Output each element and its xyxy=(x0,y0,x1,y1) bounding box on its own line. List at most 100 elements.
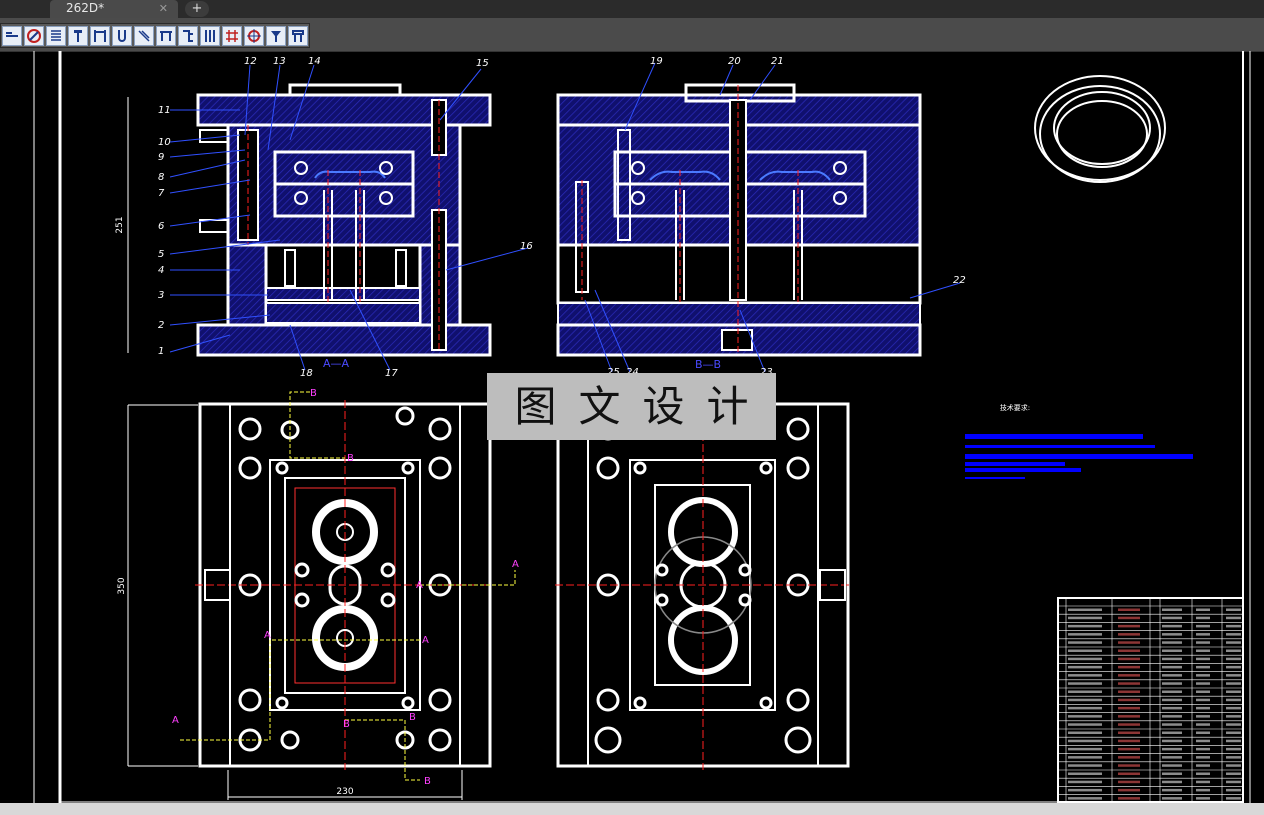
callout-18: 18 xyxy=(300,368,313,379)
document-tab-title: 262D* xyxy=(66,1,105,15)
circle-hatch-tool-icon[interactable] xyxy=(24,25,44,46)
bracket-tool-icon[interactable] xyxy=(90,25,110,46)
technical-requirements: 技术要求: xyxy=(965,403,1193,479)
table-cell-scribble xyxy=(1068,690,1102,693)
target-tool-icon[interactable] xyxy=(244,25,264,46)
table-cell-scribble xyxy=(1118,780,1140,784)
clamp-tool-icon[interactable] xyxy=(288,25,308,46)
table-cell-scribble xyxy=(1226,764,1241,767)
table-cell-scribble xyxy=(1196,731,1210,734)
table-cell-scribble xyxy=(1162,649,1182,652)
table-cell-scribble xyxy=(1226,723,1241,726)
table-cell-scribble xyxy=(1196,608,1210,611)
table-cell-scribble xyxy=(1196,797,1210,800)
table-cell-scribble xyxy=(1068,649,1102,652)
table-cell-scribble xyxy=(1226,747,1241,751)
table-cell-scribble xyxy=(1162,797,1182,800)
table-cell-scribble xyxy=(1162,747,1182,751)
callout-12: 12 xyxy=(244,56,257,67)
table-cell-scribble xyxy=(1226,788,1241,792)
bolt-tool-icon[interactable] xyxy=(68,25,88,46)
table-cell-scribble xyxy=(1162,624,1182,628)
spring-tool-icon[interactable] xyxy=(46,25,66,46)
parts-list-table xyxy=(1057,597,1244,803)
table-cell-scribble xyxy=(1162,764,1182,767)
angle-tool-icon[interactable] xyxy=(178,25,198,46)
table-cell-scribble xyxy=(1226,706,1241,710)
callout-9: 9 xyxy=(158,152,164,163)
marker-b-1: B xyxy=(310,388,317,399)
callout-10: 10 xyxy=(158,137,171,148)
table-cell-scribble xyxy=(1226,690,1241,693)
table-cell-scribble xyxy=(1226,739,1241,743)
table-cell-scribble xyxy=(1162,616,1182,620)
slash-tool-icon[interactable] xyxy=(134,25,154,46)
table-cell-scribble xyxy=(1162,739,1182,743)
new-tab-button[interactable]: + xyxy=(185,1,209,17)
table-cell-scribble xyxy=(1162,682,1182,685)
document-tab[interactable]: 262D* ✕ xyxy=(50,0,178,18)
table-cell-scribble xyxy=(1162,657,1182,661)
close-tab-icon[interactable]: ✕ xyxy=(159,0,168,17)
callout-11: 11 xyxy=(158,105,171,116)
table-cell-scribble xyxy=(1196,706,1210,710)
table-cell-scribble xyxy=(1118,682,1140,685)
callout-19: 19 xyxy=(650,56,663,67)
table-cell-scribble xyxy=(1118,772,1140,775)
table-cell-scribble xyxy=(1068,641,1102,644)
table-cell-scribble xyxy=(1226,665,1241,669)
table-cell-scribble xyxy=(1118,641,1140,644)
toolbar-strip xyxy=(0,23,310,48)
table-cell-scribble xyxy=(1118,747,1140,751)
table-cell-scribble xyxy=(1118,715,1140,718)
table-cell-scribble xyxy=(1196,690,1210,693)
hook-tool-icon[interactable] xyxy=(112,25,132,46)
table-cell-scribble xyxy=(1162,756,1182,759)
screw-tool-icon[interactable] xyxy=(266,25,286,46)
table-cell-scribble xyxy=(1068,608,1102,611)
marker-b-5: B xyxy=(424,776,431,787)
marker-b-4: B xyxy=(409,712,416,723)
table-cell-scribble xyxy=(1226,797,1241,800)
table-cell-scribble xyxy=(1068,674,1102,677)
table-cell-scribble xyxy=(1162,633,1182,636)
table-cell-scribble xyxy=(1068,706,1102,710)
table-cell-scribble xyxy=(1196,657,1210,661)
table-cell-scribble xyxy=(1162,715,1182,718)
table-cell-scribble xyxy=(1162,706,1182,710)
beam-tool-icon[interactable] xyxy=(156,25,176,46)
table-cell-scribble xyxy=(1196,633,1210,636)
grid-tool-icon[interactable] xyxy=(222,25,242,46)
table-cell-scribble xyxy=(1068,715,1102,718)
table-cell-scribble xyxy=(1196,788,1210,792)
table-cell-scribble xyxy=(1068,616,1102,620)
table-cell-scribble xyxy=(1162,608,1182,611)
callout-3: 3 xyxy=(158,290,164,301)
callout-15: 15 xyxy=(476,58,489,69)
dim-height-top: 251 xyxy=(115,216,125,233)
line-tool-icon[interactable] xyxy=(2,25,22,46)
column-tool-icon[interactable] xyxy=(200,25,220,46)
callout-6: 6 xyxy=(158,221,164,232)
table-cell-scribble xyxy=(1118,633,1140,636)
callout-5: 5 xyxy=(158,249,164,260)
table-cell-scribble xyxy=(1226,731,1241,734)
table-cell-scribble xyxy=(1226,715,1241,718)
table-cell-scribble xyxy=(1196,739,1210,743)
table-cell-scribble xyxy=(1068,698,1102,702)
table-cell-scribble xyxy=(1068,657,1102,661)
table-cell-scribble xyxy=(1196,747,1210,751)
marker-a-2: A xyxy=(416,580,423,591)
table-cell-scribble xyxy=(1162,674,1182,677)
table-cell-scribble xyxy=(1068,682,1102,685)
table-cell-scribble xyxy=(1196,649,1210,652)
table-cell-scribble xyxy=(1196,682,1210,685)
table-cell-scribble xyxy=(1162,731,1182,734)
table-cell-scribble xyxy=(1226,608,1241,611)
callout-13: 13 xyxy=(273,56,286,67)
table-cell-scribble xyxy=(1226,657,1241,661)
table-cell-scribble xyxy=(1118,706,1140,710)
table-cell-scribble xyxy=(1118,698,1140,702)
table-cell-scribble xyxy=(1196,616,1210,620)
section-bb-view: B—B 19 20 21 22 23 24 25 xyxy=(556,56,966,378)
